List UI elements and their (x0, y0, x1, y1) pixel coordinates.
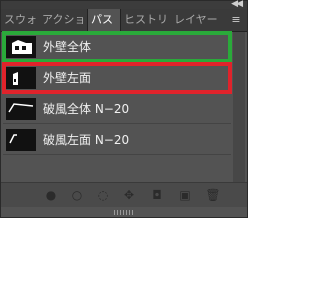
gable-line-thumbnail (6, 98, 36, 120)
make-path-from-selection-icon[interactable]: ✥ (121, 187, 137, 203)
fill-path-icon[interactable]: ● (43, 187, 59, 203)
stroke-path-icon[interactable]: ○ (69, 187, 85, 203)
add-mask-icon[interactable]: ◘ (149, 187, 165, 203)
building-silhouette-thumbnail (6, 36, 36, 58)
gable-left-line-thumbnail (6, 129, 36, 151)
path-row-exterior-wall-all[interactable]: 外壁全体 (2, 31, 232, 63)
tab-swatches[interactable]: スウォッ (1, 9, 39, 31)
path-label: 破風全体 N−20 (43, 102, 130, 116)
load-as-selection-icon[interactable]: ◌ (95, 187, 111, 203)
tab-actions[interactable]: アクショ (39, 9, 87, 31)
new-path-icon[interactable]: ▣ (177, 187, 193, 203)
paths-list: 外壁全体 外壁左面 破風全体 N−20 破風左面 N−20 (2, 31, 232, 187)
path-label: 外壁全体 (43, 40, 92, 54)
panel-menu-icon[interactable]: ≡ (229, 13, 243, 27)
path-row-exterior-wall-left[interactable]: 外壁左面 (2, 62, 232, 94)
panel-resize-grip[interactable] (114, 210, 134, 215)
tab-layers[interactable]: レイヤー (171, 9, 221, 31)
building-left-face-thumbnail (6, 67, 36, 89)
panel-tabs: スウォッ アクショ パス ヒストリ レイヤー ≡ (1, 9, 247, 32)
path-label: 破風左面 N−20 (43, 133, 130, 147)
path-row-gable-all[interactable]: 破風全体 N−20 (3, 94, 231, 124)
panel-title-bar: ◀◀ (1, 0, 247, 9)
paths-panel: ◀◀ スウォッ アクショ パス ヒストリ レイヤー ≡ 外壁全体 外壁左面 破風… (0, 0, 248, 218)
delete-path-icon[interactable]: 🗑 (205, 187, 221, 203)
tab-history[interactable]: ヒストリ (121, 9, 171, 31)
paths-list-scrollbar[interactable] (233, 32, 245, 187)
path-row-gable-left[interactable]: 破風左面 N−20 (3, 125, 231, 155)
path-label: 外壁左面 (43, 71, 92, 85)
tab-paths[interactable]: パス (87, 9, 121, 31)
collapse-panel-icon[interactable]: ◀◀ (231, 0, 243, 9)
paths-bottom-toolbar: ● ○ ◌ ✥ ◘ ▣ 🗑 (1, 182, 247, 207)
